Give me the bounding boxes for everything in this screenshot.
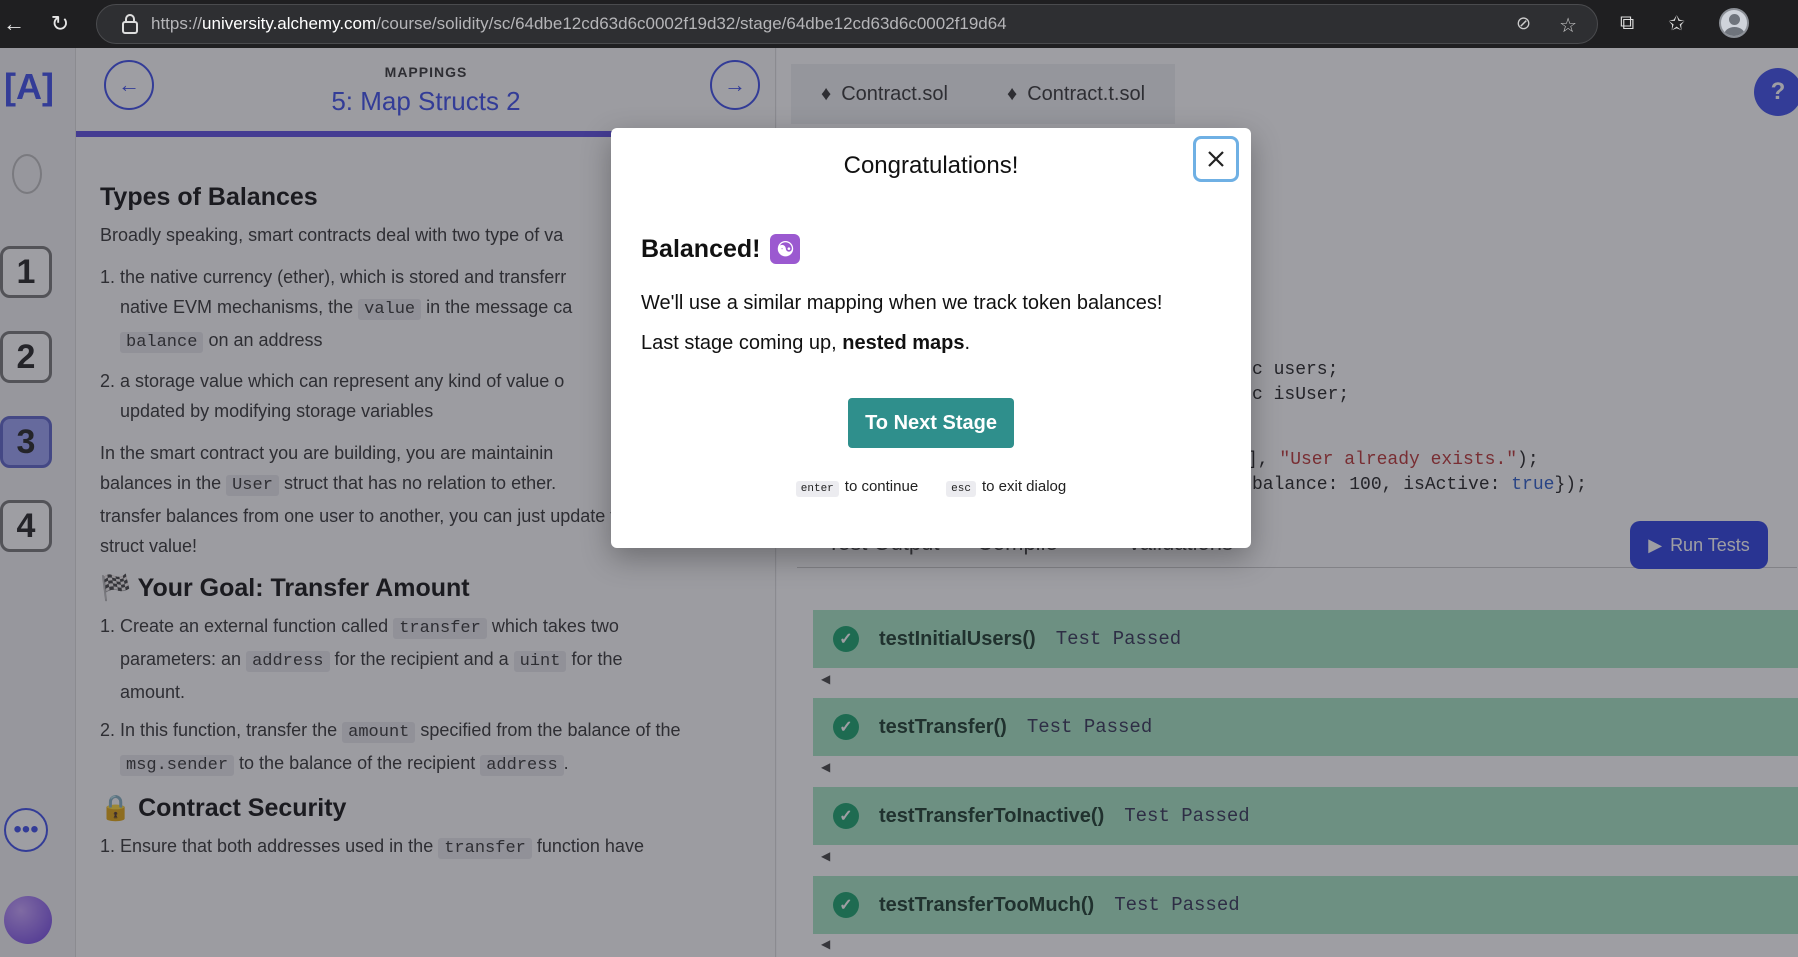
to-next-stage-button[interactable]: To Next Stage: [848, 398, 1014, 448]
dialog-title: Congratulations!: [843, 152, 1019, 179]
yin-yang-icon: ☯: [770, 234, 801, 264]
keyboard-hints: enter to continue esc to exit dialog: [611, 478, 1251, 497]
close-button[interactable]: [1193, 136, 1239, 182]
profile-avatar-icon[interactable]: [1719, 8, 1750, 38]
back-arrow-icon[interactable]: ←: [0, 10, 28, 38]
dialog-heading: Balanced! ☯: [641, 234, 801, 264]
url-path: /course/solidity/sc/64dbe12cd63d6c0002f1…: [376, 14, 1007, 33]
close-icon: [1208, 151, 1224, 167]
lock-icon: [122, 14, 138, 34]
url-host: university.alchemy.com: [202, 14, 377, 33]
address-bar[interactable]: https://university.alchemy.com/course/so…: [96, 4, 1598, 44]
dialog-message: We'll use a similar mapping when we trac…: [641, 292, 1163, 314]
favorites-icon[interactable]: ✩: [1668, 11, 1685, 36]
esc-hint: esc to exit dialog: [946, 478, 1066, 497]
reload-icon[interactable]: ↻: [46, 10, 74, 38]
tracking-prevention-icon[interactable]: ⊘: [1516, 13, 1531, 38]
favorite-star-icon[interactable]: ☆: [1559, 13, 1577, 38]
extensions-icon[interactable]: ⧉: [1620, 12, 1634, 35]
enter-hint: enter to continue: [795, 478, 918, 497]
browser-toolbar: ← ↻ https://university.alchemy.com/cours…: [0, 0, 1798, 48]
dialog-next-message: Last stage coming up, nested maps.: [641, 332, 971, 354]
congratulations-dialog: Congratulations! Balanced! ☯ We'll use a…: [611, 128, 1251, 548]
url-prefix: https://: [151, 14, 203, 33]
